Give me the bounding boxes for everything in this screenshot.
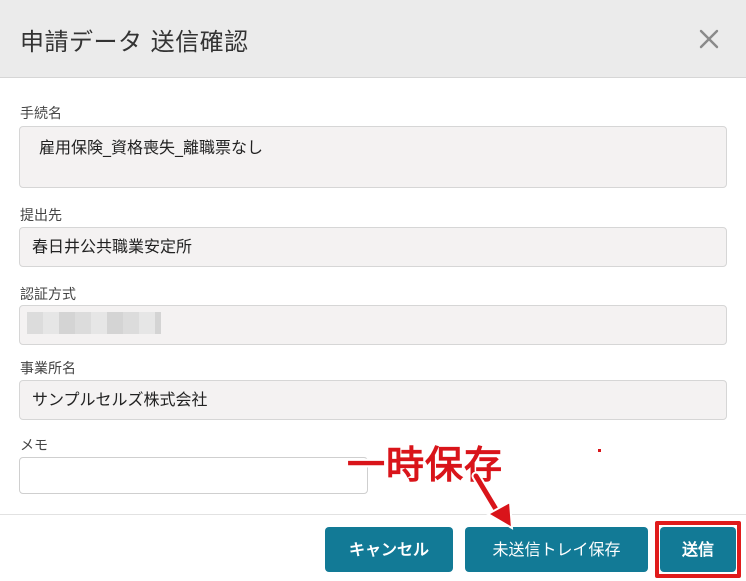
- footer-divider: [0, 514, 746, 515]
- auth-method-label: 認証方式: [20, 287, 76, 303]
- memo-label: メモ: [20, 438, 48, 454]
- cancel-button[interactable]: キャンセル: [325, 527, 453, 572]
- save-to-tray-button[interactable]: 未送信トレイ保存: [465, 527, 648, 572]
- procedure-field: 雇用保険_資格喪失_離職票なし: [19, 126, 727, 188]
- masked-value: [27, 312, 161, 334]
- send-button[interactable]: 送信: [660, 527, 736, 572]
- close-icon[interactable]: [694, 24, 724, 54]
- procedure-label: 手続名: [20, 106, 62, 122]
- dialog-title: 申請データ 送信確認: [20, 28, 249, 56]
- annotation-arrow-icon: [471, 472, 514, 530]
- office-field: サンプルセルズ株式会社: [19, 380, 727, 420]
- submit-to-label: 提出先: [20, 208, 62, 224]
- dialog-header: 申請データ 送信確認: [0, 0, 746, 78]
- submit-to-field: 春日井公共職業安定所: [19, 227, 727, 267]
- memo-input[interactable]: [19, 457, 368, 494]
- office-label: 事業所名: [20, 361, 76, 377]
- annotation-dot: [598, 449, 601, 452]
